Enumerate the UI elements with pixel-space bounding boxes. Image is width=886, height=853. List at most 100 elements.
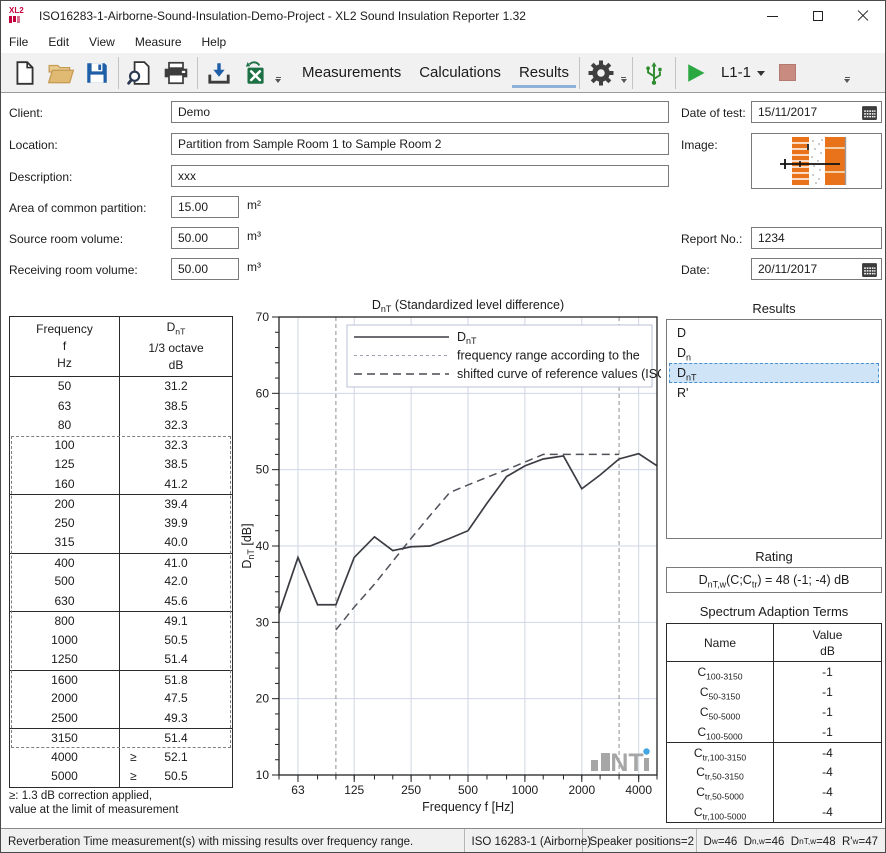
frequency-row-500: 50042.0 <box>10 572 232 592</box>
results-list: DDnDnTR' <box>666 319 882 539</box>
result-item-d[interactable]: D <box>669 323 879 343</box>
settings-button[interactable] <box>583 55 619 91</box>
report-no-label: Report No.: <box>681 232 742 246</box>
calendar-icon[interactable] <box>861 104 878 121</box>
stop-button[interactable] <box>779 64 796 81</box>
play-icon <box>687 63 707 83</box>
status-segment-0: Reverberation Time measurement(s) with m… <box>1 829 465 853</box>
status-segment-2: Speaker positions=2 <box>583 829 697 853</box>
print-preview-button[interactable] <box>122 55 158 91</box>
maximize-icon <box>813 11 823 21</box>
import-button[interactable] <box>201 55 237 91</box>
frequency-row-1000: 100050.5 <box>10 631 232 651</box>
report-no-input[interactable]: 1234 <box>751 227 882 249</box>
toolbar-overflow-icon[interactable] <box>621 77 627 83</box>
svg-text:250: 250 <box>401 783 421 797</box>
svg-text:30: 30 <box>256 615 270 629</box>
svg-text:40: 40 <box>256 539 270 553</box>
frequency-row-125: 12538.5 <box>10 455 232 475</box>
print-button[interactable] <box>158 55 194 91</box>
spectrum-term-row: Ctr,50-3150-4 <box>667 762 881 782</box>
open-folder-icon <box>47 60 75 86</box>
receiving-volume-input[interactable]: 50.00 <box>171 258 239 280</box>
tab-calculations[interactable]: Calculations <box>412 58 508 88</box>
app-window: XL2 ISO16283-1-Airborne-Sound-Insulation… <box>0 0 886 853</box>
minimize-button[interactable] <box>750 1 795 31</box>
rating-value: DnT,w(C;Ctr) = 48 (-1; -4) dB <box>666 567 882 593</box>
new-document-button[interactable] <box>7 55 43 91</box>
tab-measurements[interactable]: Measurements <box>295 58 408 88</box>
date-of-test-label: Date of test: <box>681 106 746 120</box>
menu-item-edit[interactable]: Edit <box>38 33 79 51</box>
date-of-test-input[interactable]: 15/11/2017 <box>751 101 882 123</box>
area-input[interactable]: 15.00 <box>171 196 239 218</box>
view-tabs: MeasurementsCalculationsResults <box>295 58 576 88</box>
save-icon <box>84 60 110 86</box>
table-footnote: ≥: 1.3 dB correction applied, value at t… <box>9 789 178 817</box>
receiving-volume-label: Receiving room volume: <box>9 263 138 277</box>
toolbar-separator <box>579 57 580 89</box>
menubar: FileEditViewMeasureHelp <box>1 31 885 53</box>
partition-cross-section <box>752 134 881 188</box>
frequency-row-630: 63045.6 <box>10 592 232 612</box>
play-button[interactable] <box>679 55 715 91</box>
print-icon <box>162 60 190 86</box>
spectrum-term-row: C50-5000-1 <box>667 702 881 722</box>
svg-text:70: 70 <box>256 310 270 324</box>
svg-text:63: 63 <box>291 783 305 797</box>
excel-export-icon <box>241 59 269 87</box>
toolbar: MeasurementsCalculationsResults <box>1 53 885 93</box>
usb-connect-button[interactable] <box>636 55 672 91</box>
client-label: Client: <box>9 106 43 120</box>
tab-results[interactable]: Results <box>512 58 576 88</box>
svg-text:20: 20 <box>256 692 270 706</box>
svg-text:10: 10 <box>256 768 270 782</box>
toolbar-overflow-icon[interactable] <box>275 77 281 83</box>
partition-image[interactable] <box>751 133 882 189</box>
source-volume-input[interactable]: 50.00 <box>171 227 239 249</box>
close-icon <box>857 10 869 22</box>
app-logo-text: XL2 <box>9 6 24 15</box>
new-document-icon <box>12 60 38 86</box>
toolbar-overflow-icon[interactable] <box>844 77 850 83</box>
date-label: Date: <box>681 263 710 277</box>
settings-gear-icon <box>586 58 616 88</box>
device-dropdown-caret-icon[interactable] <box>757 71 765 76</box>
statusbar: Reverberation Time measurement(s) with m… <box>1 828 885 853</box>
menu-item-help[interactable]: Help <box>192 33 237 51</box>
menu-item-view[interactable]: View <box>79 33 125 51</box>
maximize-button[interactable] <box>795 1 840 31</box>
close-button[interactable] <box>840 1 885 31</box>
source-volume-label: Source room volume: <box>9 232 123 246</box>
menu-item-measure[interactable]: Measure <box>125 33 192 51</box>
result-item-dn[interactable]: Dn <box>669 343 879 363</box>
description-input[interactable]: xxx <box>171 165 669 187</box>
frequency-row-50: 5031.2 <box>10 377 232 397</box>
svg-text:2000: 2000 <box>568 783 595 797</box>
spectrum-terms-header: Name Value dB <box>667 624 881 662</box>
excel-export-button[interactable] <box>237 55 273 91</box>
menu-item-file[interactable]: File <box>1 33 38 51</box>
device-selector[interactable]: L1-1 <box>721 64 751 81</box>
description-label: Description: <box>9 170 72 184</box>
date-input[interactable]: 20/11/2017 <box>751 258 882 280</box>
svg-text:1000: 1000 <box>512 783 539 797</box>
frequency-row-4000: 4000≥52.1 <box>10 748 232 768</box>
calendar-icon[interactable] <box>861 261 878 278</box>
frequency-table: Frequency f Hz DnT 1/3 octave dB 5031.26… <box>9 316 233 788</box>
source-volume-unit: m³ <box>247 229 261 243</box>
result-item-r[interactable]: R' <box>669 383 879 403</box>
location-input[interactable]: Partition from Sample Room 1 to Sample R… <box>171 133 669 155</box>
frequency-table-body: 5031.26338.58032.310032.312538.516041.22… <box>10 377 232 787</box>
receiving-volume-unit: m³ <box>247 260 261 274</box>
client-input[interactable]: Demo <box>171 101 669 123</box>
save-button[interactable] <box>79 55 115 91</box>
open-button[interactable] <box>43 55 79 91</box>
result-item-dnt[interactable]: DnT <box>669 363 879 383</box>
spectrum-terms-title: Spectrum Adaption Terms <box>666 604 882 619</box>
frequency-row-400: 40041.0 <box>10 553 232 573</box>
svg-text:DnT [dB]: DnT [dB] <box>241 523 256 568</box>
svg-text:60: 60 <box>256 386 270 400</box>
main-content: Client: Demo Location: Partition from Sa… <box>1 94 886 828</box>
spectrum-term-row: Ctr,100-3150-4 <box>667 742 881 762</box>
